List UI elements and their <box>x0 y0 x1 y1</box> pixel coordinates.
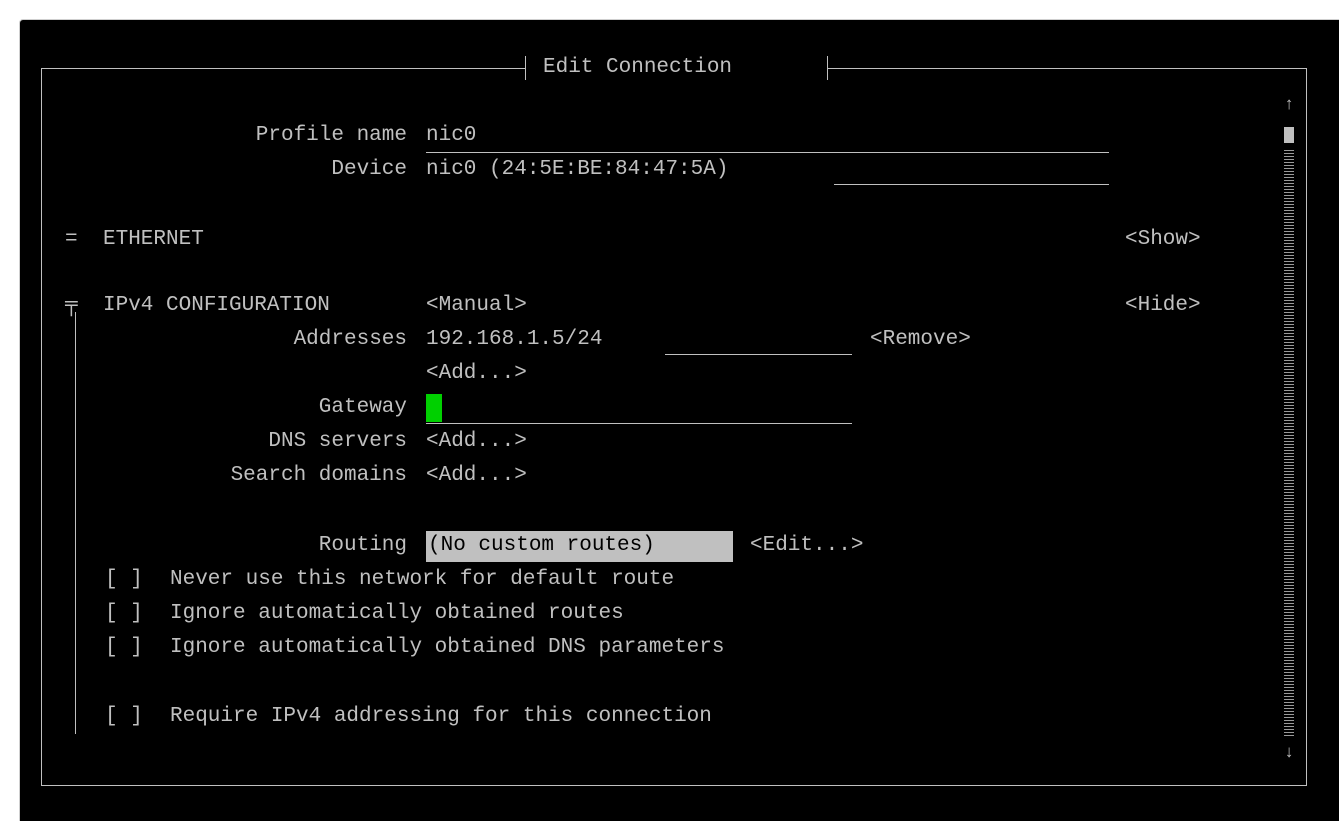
text-cursor <box>426 394 442 422</box>
terminal-window: Edit Connection Profile name nic0 Device… <box>19 19 1339 821</box>
address-remove-button[interactable]: <Remove> <box>870 328 971 352</box>
device-label: Device <box>331 158 407 181</box>
dns-add-button[interactable]: <Add...> <box>426 430 527 454</box>
address-add-button[interactable]: <Add...> <box>426 362 527 386</box>
routing-label: Routing <box>318 534 407 557</box>
ipv4-method-dropdown[interactable]: <Manual> <box>426 294 527 318</box>
checkbox-label: Ignore automatically obtained routes <box>170 602 624 625</box>
checkbox-label: Ignore automatically obtained DNS parame… <box>170 636 725 659</box>
scroll-thumb[interactable] <box>1284 127 1294 143</box>
search-domains-add-button[interactable]: <Add...> <box>426 464 527 488</box>
routing-value: (No custom routes) <box>428 534 655 557</box>
ethernet-marker: = <box>65 228 78 251</box>
ipv4-section-bar <box>75 312 76 734</box>
checkbox-box[interactable]: [ ] <box>105 602 143 626</box>
checkbox-box[interactable]: [ ] <box>105 568 143 592</box>
device-input[interactable]: nic0 (24:5E:BE:84:47:5A) <box>426 158 728 182</box>
border-title-left <box>525 56 526 80</box>
checkbox-label: Never use this network for default route <box>170 568 675 591</box>
gateway-label: Gateway <box>318 396 407 419</box>
gateway-underline <box>426 423 852 424</box>
ipv4-hide-button[interactable]: <Hide> <box>1125 294 1201 318</box>
address-input[interactable]: 192.168.1.5/24 <box>426 328 602 352</box>
profile-name-underline <box>426 152 1109 153</box>
scroll-down-arrow[interactable]: ↓ <box>1284 742 1294 766</box>
scroll-up-arrow[interactable]: ↑ <box>1284 94 1294 118</box>
border-left <box>41 68 42 786</box>
ethernet-section-label: ETHERNET <box>103 228 204 251</box>
profile-name-input[interactable]: nic0 <box>426 124 476 148</box>
routing-edit-button[interactable]: <Edit...> <box>750 534 863 558</box>
profile-name-label: Profile name <box>255 124 407 147</box>
screenshot-frame: Edit Connection Profile name nic0 Device… <box>0 0 1339 821</box>
checkbox-box[interactable]: [ ] <box>105 636 143 660</box>
ethernet-show-button[interactable]: <Show> <box>1125 228 1201 252</box>
addresses-label: Addresses <box>293 328 407 351</box>
dialog-title: Edit Connection <box>543 56 733 79</box>
scroll-track[interactable] <box>1284 150 1294 738</box>
border-bottom <box>41 785 1307 786</box>
dns-servers-label: DNS servers <box>268 430 407 453</box>
search-domains-label: Search domains <box>230 464 407 487</box>
border-top-right <box>827 68 1307 69</box>
border-top-left <box>41 68 525 69</box>
border-right <box>1306 68 1307 786</box>
ipv4-section-label: IPv4 CONFIGURATION <box>103 294 330 317</box>
address-underline <box>665 354 852 355</box>
checkbox-label: Require IPv4 addressing for this connect… <box>170 705 712 728</box>
device-underline <box>834 184 1109 185</box>
gateway-input[interactable] <box>444 396 852 420</box>
checkbox-box[interactable]: [ ] <box>105 705 143 729</box>
